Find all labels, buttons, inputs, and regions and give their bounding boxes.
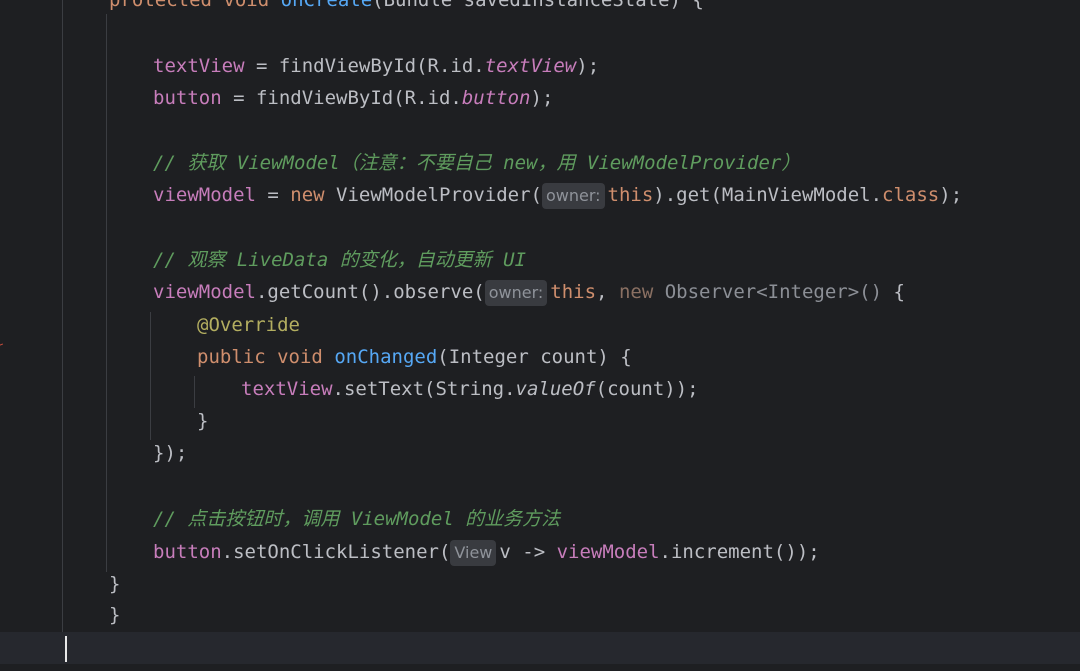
code-token: @Override (197, 314, 300, 336)
code-token: = findViewById(R.id. (221, 87, 462, 109)
code-token: this (607, 184, 654, 206)
code-token: ).get(MainViewModel. (653, 184, 883, 206)
code-token: new (290, 184, 325, 206)
code-line[interactable]: // 获取 ViewModel（注意：不要自己 new，用 ViewModelP… (0, 147, 800, 179)
code-line[interactable]: // 点击按钮时，调用 ViewModel 的业务方法 (0, 503, 560, 535)
code-token: textView (484, 55, 577, 77)
code-line[interactable] (0, 114, 153, 146)
code-token: button (153, 87, 222, 109)
code-token: textView (241, 378, 333, 400)
code-token: viewModel (153, 281, 256, 303)
code-line[interactable]: button.setOnClickListener(View v -> viewM… (0, 536, 820, 568)
code-token: }); (153, 442, 188, 464)
parameter-hint: View (450, 539, 497, 566)
code-token: Observer<Integer>() (653, 281, 883, 303)
text-caret (65, 636, 67, 662)
code-line[interactable] (0, 211, 153, 243)
code-token: ); (530, 87, 554, 109)
code-token: viewModel (153, 184, 256, 206)
code-token: .getCount().observe( (255, 281, 485, 303)
code-comment: // 获取 ViewModel（注意：不要自己 new，用 ViewModelP… (153, 152, 801, 174)
code-token: { (882, 281, 905, 303)
code-token: void (277, 346, 323, 368)
code-token: ); (939, 184, 963, 206)
code-line[interactable]: textView.setText(String.valueOf(count)); (0, 373, 699, 405)
code-line[interactable]: // 观察 LiveData 的变化，自动更新 UI (0, 244, 526, 276)
code-token: onCreate (280, 0, 373, 11)
code-comment: // 观察 LiveData 的变化，自动更新 UI (153, 249, 527, 271)
code-token: valueOf (515, 378, 596, 400)
parameter-hint: owner: (484, 279, 548, 306)
code-token: ); (576, 55, 600, 77)
code-line[interactable]: viewModel = new ViewModelProvider(owner:… (0, 179, 962, 211)
code-line[interactable]: public void onChanged(Integer count) { (0, 341, 632, 373)
code-token: = (255, 184, 291, 206)
code-token: (Bundle savedInstanceState) { (372, 0, 704, 11)
code-token: (Integer count) { (437, 346, 632, 368)
code-token: } (109, 573, 121, 595)
code-comment: // 点击按钮时，调用 ViewModel 的业务方法 (153, 508, 561, 530)
code-line[interactable] (0, 18, 153, 50)
code-token: .setOnClickListener( (221, 541, 451, 563)
code-token: protected (109, 0, 212, 11)
code-token: viewModel (556, 541, 660, 563)
code-line[interactable]: @Override (0, 309, 300, 341)
code-token: } (109, 604, 121, 626)
code-token: } (197, 410, 209, 432)
code-line[interactable]: } (0, 568, 120, 600)
code-token: class (882, 184, 940, 206)
code-token: public (197, 346, 266, 368)
code-token: textView (153, 55, 245, 77)
code-token: this (550, 281, 597, 303)
current-line[interactable] (0, 632, 1080, 664)
code-token: = findViewById(R.id. (244, 55, 485, 77)
code-line[interactable]: } (0, 405, 208, 437)
code-token: new (618, 281, 654, 303)
code-token: v -> (499, 541, 557, 563)
code-token: onChanged (334, 346, 438, 368)
code-token: .increment()); (659, 541, 820, 563)
code-line[interactable]: textView = findViewById(R.id.textView); (0, 50, 599, 82)
code-token: , (596, 281, 619, 303)
code-token: button (461, 87, 531, 109)
code-line[interactable]: protected void onCreate(Bundle savedInst… (0, 0, 704, 16)
code-token: void (223, 0, 270, 11)
code-line[interactable]: } (0, 599, 120, 631)
code-editor[interactable]: protected void onCreate(Bundle savedInst… (0, 0, 1080, 671)
code-line[interactable]: }); (0, 437, 187, 469)
code-line[interactable]: viewModel.getCount().observe(owner: this,… (0, 276, 905, 308)
code-token: (count)); (595, 378, 699, 400)
code-line[interactable]: button = findViewById(R.id.button); (0, 82, 553, 114)
code-token: button (153, 541, 222, 563)
code-line[interactable] (0, 469, 153, 501)
code-token: ViewModelProvider( (324, 184, 542, 206)
code-token: .setText(String. (332, 378, 516, 400)
parameter-hint: owner: (541, 182, 605, 209)
